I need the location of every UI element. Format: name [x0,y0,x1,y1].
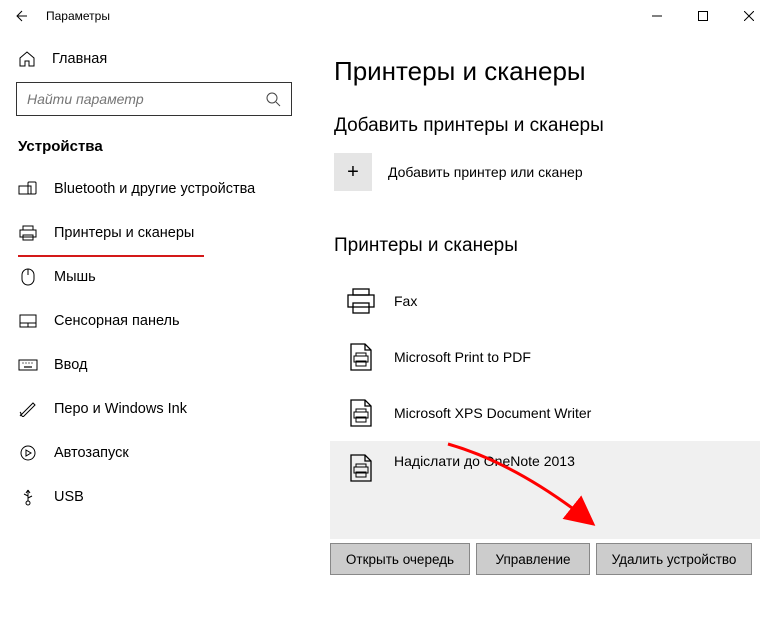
maximize-button[interactable] [680,0,726,32]
sidebar-item-bluetooth[interactable]: Bluetooth и другие устройства [16,167,292,211]
printer-file-icon [344,342,378,372]
keyboard-icon [18,359,38,371]
printer-item-xps[interactable]: Microsoft XPS Document Writer [334,385,760,441]
printer-icon [344,287,378,315]
search-icon [265,91,281,107]
manage-button[interactable]: Управление [476,543,590,575]
sidebar-item-label: Автозапуск [54,445,129,461]
page-title: Принтеры и сканеры [334,56,760,87]
printer-icon [18,225,38,241]
add-section-title: Добавить принтеры и сканеры [334,115,760,137]
sidebar-item-mouse[interactable]: Мышь [16,255,292,299]
printer-item-pdf[interactable]: Microsoft Print to PDF [334,329,760,385]
minimize-button[interactable] [634,0,680,32]
printer-name: Microsoft XPS Document Writer [394,405,591,421]
sidebar-item-label: Мышь [54,269,96,285]
printer-name: Microsoft Print to PDF [394,349,531,365]
add-printer-row[interactable]: + Добавить принтер или сканер [334,153,760,191]
usb-icon [18,488,38,506]
sidebar-item-autoplay[interactable]: Автозапуск [16,431,292,475]
search-box[interactable] [16,82,292,116]
printer-name: Надіслати до OneNote 2013 [394,453,575,469]
sidebar-home[interactable]: Главная [16,42,292,82]
sidebar-item-touchpad[interactable]: Сенсорная панель [16,299,292,343]
window-title: Параметры [46,9,110,23]
pen-icon [18,401,38,417]
sidebar-item-typing[interactable]: Ввод [16,343,292,387]
printer-actions: Открыть очередь Управление Удалить устро… [330,543,760,575]
home-icon [18,50,36,68]
printer-file-icon [344,453,378,483]
printer-name: Fax [394,293,417,309]
sidebar-item-label: Ввод [54,357,87,373]
sidebar-item-label: Принтеры и сканеры [54,225,194,241]
sidebar: Главная Устройства Bluetooth и другие ус… [0,32,308,618]
back-button[interactable] [8,4,32,28]
devices-icon [18,181,38,197]
sidebar-category: Устройства [16,138,292,155]
main-content: Принтеры и сканеры Добавить принтеры и с… [308,32,772,618]
printer-file-icon [344,398,378,428]
sidebar-item-label: Сенсорная панель [54,313,180,329]
sidebar-item-usb[interactable]: USB [16,475,292,519]
close-button[interactable] [726,0,772,32]
printer-item-fax[interactable]: Fax [334,273,760,329]
autoplay-icon [18,445,38,461]
remove-device-button[interactable]: Удалить устройство [596,543,752,575]
sidebar-item-label: Bluetooth и другие устройства [54,181,255,197]
titlebar: Параметры [0,0,772,32]
sidebar-item-label: Перо и Windows Ink [54,401,187,417]
list-section-title: Принтеры и сканеры [334,235,760,257]
sidebar-item-printers[interactable]: Принтеры и сканеры [16,211,292,255]
plus-icon: + [334,153,372,191]
mouse-icon [18,268,38,286]
sidebar-item-pen[interactable]: Перо и Windows Ink [16,387,292,431]
printer-item-onenote[interactable]: Надіслати до OneNote 2013 [330,441,760,539]
open-queue-button[interactable]: Открыть очередь [330,543,470,575]
touchpad-icon [18,314,38,328]
add-printer-label: Добавить принтер или сканер [388,164,583,180]
search-input[interactable] [27,91,265,107]
sidebar-item-label: USB [54,489,84,505]
sidebar-home-label: Главная [52,51,107,67]
